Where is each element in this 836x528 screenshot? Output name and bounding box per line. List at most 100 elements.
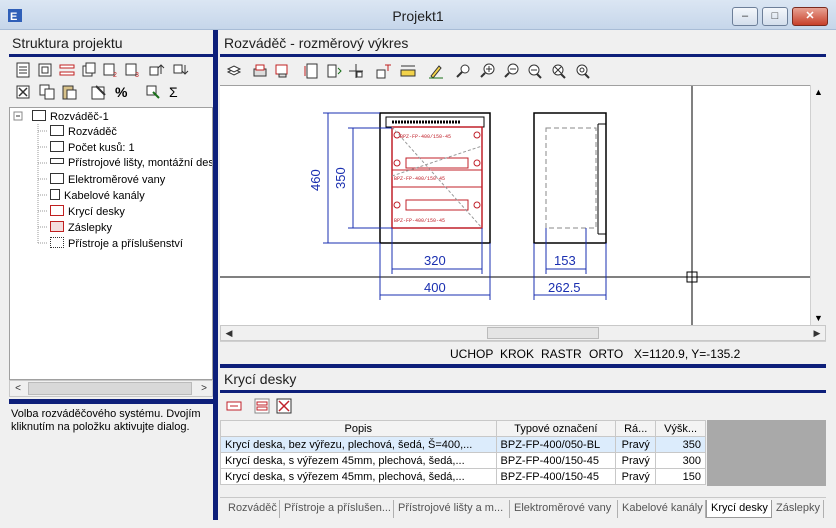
tab-pristrojove-listy[interactable]: Přístrojové lišty a m... — [394, 500, 510, 518]
move-down-icon[interactable] — [173, 62, 189, 78]
zoom-all-icon[interactable] — [550, 63, 566, 79]
side-outer-frame — [533, 112, 607, 244]
tab-pristroje[interactable]: Přístroje a příslušen... — [280, 500, 394, 518]
zoom-extents-icon[interactable] — [574, 63, 590, 79]
print-icon[interactable] — [252, 63, 268, 79]
properties-icon[interactable] — [91, 84, 107, 100]
tab-rozvadec[interactable]: Rozváděč — [224, 500, 280, 518]
copy-panel-icon[interactable] — [81, 62, 97, 78]
cell-rameno[interactable]: Pravý — [615, 468, 657, 485]
svg-text:BPZ-FP-400/150-45: BPZ-FP-400/150-45 — [394, 218, 445, 224]
cell-vyska[interactable]: 150 — [655, 468, 706, 485]
move-up-icon[interactable] — [149, 62, 165, 78]
zoom-in-icon[interactable] — [480, 63, 496, 79]
tree-item-zaslepky[interactable]: Záslepky — [50, 221, 112, 234]
tree-item-listy[interactable]: Přístrojové lišty, montážní des — [50, 157, 212, 169]
tree-item-kabelove-kanaly[interactable]: Kabelové kanály — [50, 189, 145, 202]
maximize-button[interactable]: □ — [762, 7, 788, 26]
project-tree: Rozváděč-1 Rozváděč Počet kusů: 1 Přístr… — [9, 107, 213, 380]
scroll-down-icon[interactable]: ▼ — [814, 313, 823, 323]
scroll-left-icon[interactable]: < — [10, 381, 26, 396]
dimension-icon[interactable] — [376, 63, 392, 79]
delete-plate-icon[interactable] — [276, 398, 292, 414]
scroll-thumb[interactable] — [28, 382, 192, 395]
cell-popis[interactable]: Krycí deska, s výřezem 45mm, plechová, š… — [220, 452, 497, 469]
panel-number-2-icon[interactable]: 2 — [103, 62, 119, 78]
status-krok[interactable]: KROK — [500, 347, 534, 361]
copy-icon[interactable] — [39, 84, 55, 100]
col-popis[interactable]: Popis — [220, 420, 497, 437]
project-structure-header: Struktura projektu — [8, 32, 214, 54]
add-plate-icon[interactable] — [226, 398, 242, 414]
tree-horizontal-scrollbar[interactable]: < > — [9, 380, 213, 397]
dim-height-inner: 350 — [333, 167, 348, 189]
measure-icon[interactable] — [400, 63, 416, 79]
drawing-horizontal-scrollbar[interactable]: ◀ ▶ — [220, 325, 826, 341]
front-view-icon[interactable] — [304, 63, 320, 79]
rail-icon — [50, 158, 64, 164]
dim-height-outer: 460 — [308, 169, 323, 191]
tree-root[interactable]: Rozváděč-1 — [32, 110, 109, 123]
zoom-previous-icon[interactable] — [526, 63, 542, 79]
layers-icon[interactable] — [226, 63, 242, 79]
col-typove-oznaceni[interactable]: Typové označení — [495, 420, 617, 437]
dim-width-inner: 320 — [424, 253, 446, 268]
tree-item-kryci-desky[interactable]: Krycí desky — [50, 205, 125, 218]
cell-rameno[interactable]: Pravý — [615, 452, 657, 469]
scroll-up-icon[interactable]: ▲ — [814, 87, 823, 97]
minimize-button[interactable]: ‒ — [732, 7, 758, 26]
tab-kabelove-kanaly[interactable]: Kabelové kanály — [618, 500, 706, 518]
close-button[interactable]: ✕ — [792, 7, 828, 26]
splitter[interactable] — [213, 30, 218, 520]
tree-item-rozvadec[interactable]: Rozváděč — [50, 125, 117, 138]
tools-icon[interactable] — [145, 84, 161, 100]
new-switchboard-icon[interactable] — [15, 62, 31, 78]
table-row[interactable]: Krycí deska, s výřezem 45mm, plechová, š… — [220, 452, 706, 469]
switchboard-icon — [50, 125, 64, 136]
scroll-right-icon[interactable]: ▶ — [809, 326, 825, 341]
pencil-icon[interactable] — [428, 63, 444, 79]
left-toolbar: 2 3 % Σ — [9, 58, 213, 104]
drawing-canvas[interactable]: BPZ-FP-400/150-45 BPZ-FP-400/150-45 BPZ-… — [220, 85, 810, 326]
print-preview-icon[interactable] — [274, 63, 290, 79]
status-orto[interactable]: ORTO — [589, 347, 623, 361]
tab-zaslepky[interactable]: Záslepky — [772, 500, 824, 518]
tab-elektromerove-vany[interactable]: Elektroměrové vany — [510, 500, 618, 518]
zoom-out-icon[interactable] — [504, 63, 520, 79]
cell-typ[interactable]: BPZ-FP-400/050-BL — [495, 436, 617, 453]
move-icon[interactable] — [348, 63, 364, 79]
drawing-scroll-thumb[interactable] — [487, 327, 599, 339]
tree-item-elektromerove-vany[interactable]: Elektroměrové vany — [50, 173, 165, 186]
drawing-toolbar — [220, 58, 826, 84]
col-rameno[interactable]: Rá... — [615, 420, 657, 437]
scroll-left-icon[interactable]: ◀ — [221, 326, 237, 341]
cell-vyska[interactable]: 300 — [655, 452, 706, 469]
cell-typ[interactable]: BPZ-FP-400/150-45 — [495, 468, 617, 485]
scroll-right-icon[interactable]: > — [196, 381, 212, 396]
paste-icon[interactable] — [61, 84, 77, 100]
rails-icon[interactable] — [59, 62, 75, 78]
tree-item-pristroje[interactable]: Přístroje a příslušenství — [50, 237, 183, 250]
col-vyska[interactable]: Výšk... — [655, 420, 706, 437]
status-rastr[interactable]: RASTR — [541, 347, 582, 361]
tree-item-pocet-kusu[interactable]: Počet kusů: 1 — [50, 141, 135, 154]
panel-number-3-icon[interactable]: 3 — [125, 62, 141, 78]
table-row[interactable]: Krycí deska, bez výřezu, plechová, šedá,… — [220, 436, 706, 453]
panel-icon[interactable] — [37, 62, 53, 78]
cell-rameno[interactable]: Pravý — [615, 436, 657, 453]
status-uchop[interactable]: UCHOP — [450, 347, 493, 361]
table-row[interactable]: Krycí deska, s výřezem 45mm, plechová, š… — [220, 468, 706, 485]
cell-vyska[interactable]: 350 — [655, 436, 706, 453]
insert-plate-icon[interactable] — [254, 398, 270, 414]
sum-button[interactable]: Σ — [169, 84, 178, 100]
percent-button[interactable]: % — [115, 84, 127, 100]
delete-icon[interactable] — [15, 84, 31, 100]
cell-popis[interactable]: Krycí deska, s výřezem 45mm, plechová, š… — [220, 468, 497, 485]
tab-kryci-desky[interactable]: Krycí desky — [706, 500, 772, 518]
side-view-icon[interactable] — [326, 63, 342, 79]
zoom-window-icon[interactable] — [456, 63, 472, 79]
dim-depth-inner: 153 — [554, 253, 576, 268]
cell-popis[interactable]: Krycí deska, bez výřezu, plechová, šedá,… — [220, 436, 497, 453]
drawing-vertical-scrollbar[interactable]: ▲ ▼ — [810, 85, 826, 325]
cell-typ[interactable]: BPZ-FP-400/150-45 — [495, 452, 617, 469]
